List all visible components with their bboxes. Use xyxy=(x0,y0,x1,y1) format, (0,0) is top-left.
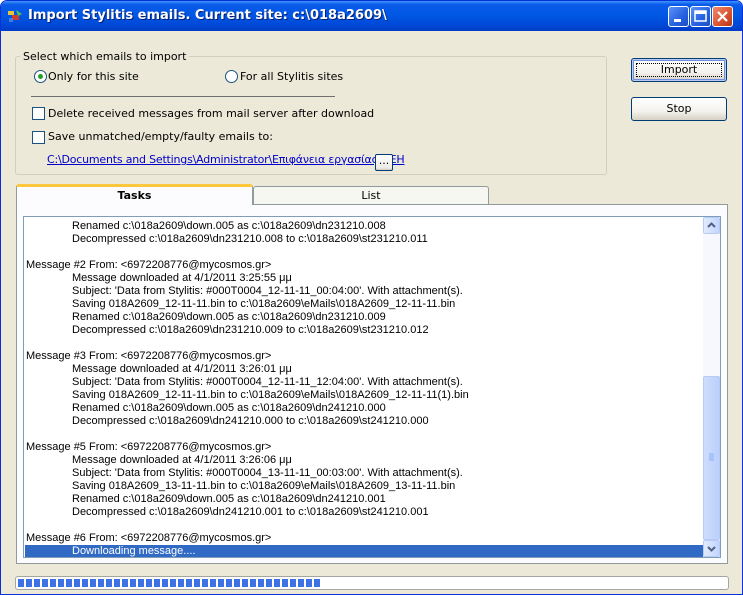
scroll-down-button[interactable] xyxy=(703,540,720,557)
title-bar[interactable]: Import Stylitis emails. Current site: c:… xyxy=(1,1,742,31)
focus-rectangle xyxy=(636,63,722,77)
delete-messages-label[interactable]: Delete received messages from mail serve… xyxy=(48,107,374,120)
radio-all-sites[interactable] xyxy=(225,70,238,83)
log-line: Message downloaded at 4/1/2011 3:25:55 μ… xyxy=(72,272,292,284)
log-line: Saving 018A2609_12-11-11.bin to c:\018a2… xyxy=(72,389,469,401)
log-line: Message #5 From: <6972208776@mycosmos.gr… xyxy=(26,441,272,453)
progress-fill xyxy=(18,579,323,587)
chevron-up-icon xyxy=(707,222,716,228)
log-line: Message downloaded at 4/1/2011 3:26:06 μ… xyxy=(72,454,292,466)
log-line: Renamed c:\018a2609\down.005 as c:\018a2… xyxy=(72,220,386,232)
log-line: Renamed c:\018a2609\down.005 as c:\018a2… xyxy=(72,493,386,505)
radio-label-all-sites[interactable]: For all Stylitis sites xyxy=(240,70,343,83)
delete-messages-checkbox[interactable] xyxy=(32,107,45,120)
minimize-icon xyxy=(674,19,681,22)
radio-only-this-site[interactable] xyxy=(34,70,47,83)
log-line: Subject: 'Data from Stylitis: #000T0004_… xyxy=(72,467,463,479)
log-line: Decompressed c:\018a2609\dn241210.001 to… xyxy=(72,506,429,518)
radio-selected-dot xyxy=(38,74,43,79)
tab-tasks[interactable]: Tasks xyxy=(16,184,253,205)
grip-icon xyxy=(709,453,714,461)
log-line: Message downloaded at 4/1/2011 3:26:01 μ… xyxy=(72,363,292,375)
save-unmatched-checkbox[interactable] xyxy=(32,131,45,144)
scroll-thumb[interactable] xyxy=(703,376,720,540)
import-window: Import Stylitis emails. Current site: c:… xyxy=(0,0,743,595)
browse-button[interactable]: ... xyxy=(375,154,393,171)
log-line: Renamed c:\018a2609\down.005 as c:\018a2… xyxy=(72,402,386,414)
log-line: Decompressed c:\018a2609\dn241210.000 to… xyxy=(72,415,429,427)
close-button[interactable] xyxy=(712,6,733,27)
minimize-button[interactable] xyxy=(668,6,689,27)
download-progress-bar xyxy=(15,576,729,590)
tab-tasks-label: Tasks xyxy=(117,189,152,202)
log-line: Message #3 From: <6972208776@mycosmos.gr… xyxy=(26,350,272,362)
vertical-scrollbar[interactable] xyxy=(703,217,720,557)
import-button[interactable]: Import xyxy=(631,58,727,82)
maximize-icon xyxy=(694,10,707,22)
close-icon xyxy=(717,11,728,22)
maximize-button[interactable] xyxy=(690,6,711,27)
log-line: Saving 018A2609_12-11-11.bin to c:\018a2… xyxy=(72,298,456,310)
task-log[interactable]: Renamed c:\018a2609\down.005 as c:\018a2… xyxy=(23,216,721,558)
app-icon xyxy=(8,10,22,22)
window-title: Import Stylitis emails. Current site: c:… xyxy=(28,8,387,23)
log-line: Saving 018A2609_13-11-11.bin to c:\018a2… xyxy=(72,480,456,492)
chevron-down-icon xyxy=(707,546,716,552)
log-line-selected: Downloading message.... xyxy=(25,545,720,557)
save-unmatched-label[interactable]: Save unmatched/empty/faulty emails to: xyxy=(48,130,273,143)
log-line: Message #6 From: <6972208776@mycosmos.gr… xyxy=(26,532,272,544)
log-line: Subject: 'Data from Stylitis: #000T0004_… xyxy=(72,376,463,388)
radio-label-only-this-site[interactable]: Only for this site xyxy=(48,70,139,83)
log-line: Renamed c:\018a2609\down.005 as c:\018a2… xyxy=(72,311,386,323)
tab-list-label: List xyxy=(361,189,381,202)
log-line: Message #2 From: <6972208776@mycosmos.gr… xyxy=(26,259,272,271)
separator-line xyxy=(31,96,335,97)
stop-button[interactable]: Stop xyxy=(631,97,727,121)
log-line: Decompressed c:\018a2609\dn231210.009 to… xyxy=(72,324,429,336)
tab-list[interactable]: List xyxy=(253,186,489,204)
save-path-link[interactable]: C:\Documents and Settings\Administrator\… xyxy=(47,153,405,166)
log-line: Subject: 'Data from Stylitis: #000T0004_… xyxy=(72,285,463,297)
stop-button-label: Stop xyxy=(666,102,692,115)
group-legend: Select which emails to import xyxy=(20,50,190,63)
scroll-up-button[interactable] xyxy=(703,217,720,234)
log-line: Decompressed c:\018a2609\dn231210.008 to… xyxy=(72,233,428,245)
